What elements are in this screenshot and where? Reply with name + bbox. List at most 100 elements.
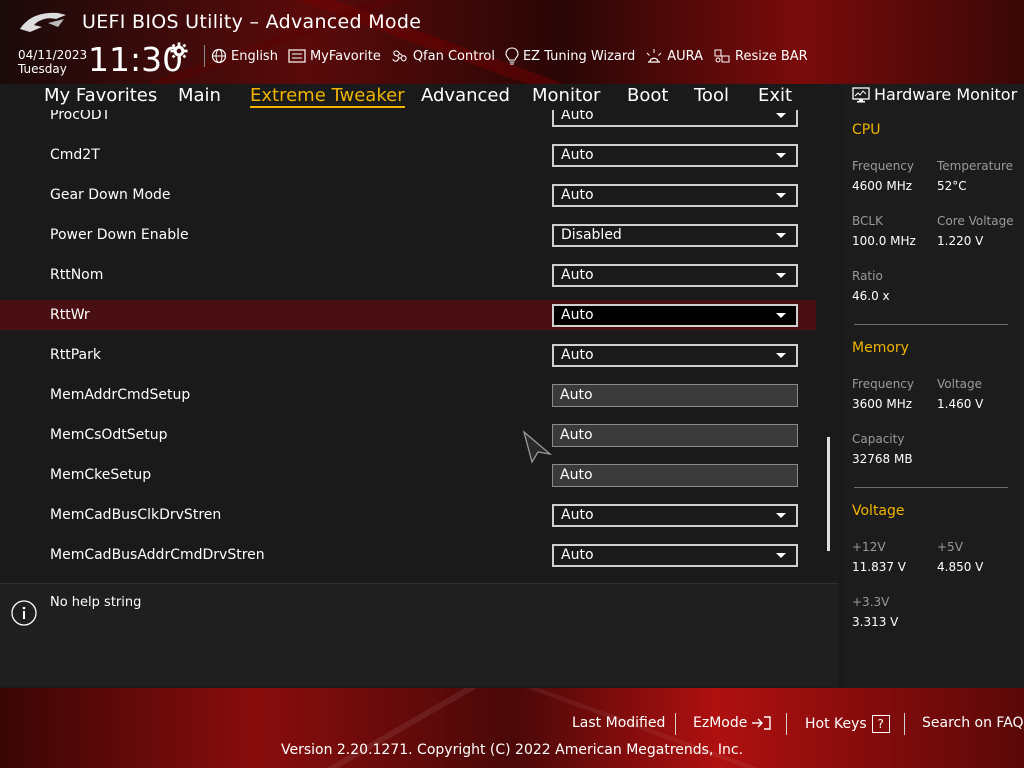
setting-row[interactable]: RttPark Auto	[0, 340, 816, 370]
ezmode-button[interactable]: EzMode	[693, 715, 772, 731]
myfavorite-button[interactable]: MyFavorite	[288, 49, 381, 64]
setting-value: Disabled	[561, 227, 622, 243]
date-display: 04/11/2023 Tuesday	[18, 48, 87, 76]
setting-row[interactable]: MemCadBusClkDrvStren Auto	[0, 500, 816, 530]
setting-row[interactable]: Cmd2T Auto	[0, 140, 816, 170]
setting-dropdown[interactable]: Auto	[552, 184, 798, 207]
setting-row[interactable]: MemCadBusAddrCmdDrvStren Auto	[0, 540, 816, 570]
app-title: UEFI BIOS Utility – Advanced Mode	[82, 11, 422, 33]
hot-keys-help-icon: ?	[871, 715, 890, 733]
tab-monitor[interactable]: Monitor	[532, 85, 600, 106]
hot-keys-button[interactable]: Hot Keys ?	[805, 715, 890, 733]
setting-value: Auto	[561, 267, 594, 283]
help-text: No help string	[50, 595, 142, 610]
bclk-value: 100.0 MHz	[852, 234, 916, 248]
setting-value: Auto	[561, 110, 594, 123]
qfan-control-button[interactable]: Qfan Control	[391, 47, 495, 65]
setting-dropdown[interactable]: Auto	[552, 504, 798, 527]
setting-dropdown[interactable]: Auto	[552, 264, 798, 287]
cpu-frequency-value: 4600 MHz	[852, 179, 913, 193]
search-faq-button[interactable]: Search on FAQ	[922, 715, 1024, 731]
setting-row-selected[interactable]: RttWr Auto	[0, 300, 816, 330]
tab-tool[interactable]: Tool	[694, 85, 729, 106]
setting-label: ProcODT	[50, 110, 111, 123]
memory-voltage-value: 1.460 V	[937, 397, 984, 411]
setting-label: MemCsOdtSetup	[50, 427, 168, 443]
language-button[interactable]: English	[211, 48, 278, 64]
resize-bar-label: Resize BAR	[735, 48, 808, 64]
favorite-list-icon	[288, 49, 306, 63]
tab-my-favorites[interactable]: My Favorites	[44, 85, 157, 106]
date-text: 04/11/2023	[18, 48, 88, 62]
footer-divider	[675, 713, 676, 735]
setting-label: RttNom	[50, 267, 104, 283]
footer-links: Last Modified EzMode Hot Keys ? Search o…	[0, 713, 1024, 735]
setting-row[interactable]: ProcODT Auto	[0, 110, 816, 130]
aura-button[interactable]: AURA	[645, 48, 703, 64]
setting-label: RttPark	[50, 347, 101, 363]
setting-label: Gear Down Mode	[50, 187, 171, 203]
cpu-temperature-label: Temperature	[937, 159, 1014, 173]
main-nav: My Favorites Main Extreme Tweaker Advanc…	[0, 84, 838, 110]
dropdown-caret-icon	[776, 513, 786, 518]
dropdown-caret-icon	[776, 233, 786, 238]
tab-boot[interactable]: Boot	[627, 85, 668, 106]
hot-keys-label: Hot Keys	[805, 716, 867, 732]
ratio-label: Ratio	[852, 269, 883, 283]
core-voltage-label: Core Voltage	[937, 214, 1014, 228]
setting-text-field[interactable]: Auto	[552, 464, 798, 487]
section-divider	[854, 487, 1008, 488]
dropdown-caret-icon	[776, 153, 786, 158]
scrollbar-thumb[interactable]	[827, 437, 830, 551]
memory-frequency-label: Frequency	[852, 377, 914, 391]
setting-value: Auto	[560, 467, 593, 483]
ez-tuning-label: EZ Tuning Wizard	[522, 48, 636, 64]
tab-main[interactable]: Main	[178, 85, 221, 106]
setting-row[interactable]: MemCkeSetup Auto	[0, 460, 816, 490]
tab-advanced[interactable]: Advanced	[421, 85, 510, 106]
cpu-section-title: CPU	[852, 122, 881, 138]
mouse-cursor-icon	[522, 430, 552, 464]
setting-row[interactable]: Gear Down Mode Auto	[0, 180, 816, 210]
setting-value: Auto	[561, 347, 594, 363]
tab-extreme-tweaker[interactable]: Extreme Tweaker	[250, 85, 405, 108]
setting-label: MemCkeSetup	[50, 467, 152, 483]
resize-bar-button[interactable]: Resize BAR	[713, 47, 808, 65]
setting-row[interactable]: Power Down Enable Disabled	[0, 220, 816, 250]
setting-text-field[interactable]: Auto	[552, 424, 798, 447]
ez-tuning-wizard-button[interactable]: EZ Tuning Wizard	[505, 47, 635, 65]
setting-dropdown[interactable]: Auto	[552, 344, 798, 367]
setting-row[interactable]: MemAddrCmdSetup Auto	[0, 380, 816, 410]
setting-dropdown[interactable]: Disabled	[552, 224, 798, 247]
setting-row[interactable]: RttNom Auto	[0, 260, 816, 290]
setting-value: Auto	[561, 507, 594, 523]
dropdown-caret-icon	[776, 353, 786, 358]
gear-icon[interactable]	[170, 42, 188, 60]
clock-time: 11:30	[88, 40, 184, 79]
last-modified-button[interactable]: Last Modified	[572, 715, 665, 731]
setting-label: MemCadBusClkDrvStren	[50, 507, 222, 523]
fan-icon	[392, 50, 407, 62]
aura-icon	[646, 49, 662, 63]
memory-voltage-label: Voltage	[937, 377, 983, 391]
setting-value: Auto	[561, 307, 594, 323]
setting-dropdown[interactable]: Auto	[552, 304, 798, 327]
setting-dropdown[interactable]: Auto	[552, 110, 798, 127]
v5-value: 4.850 V	[937, 560, 984, 574]
tab-exit[interactable]: Exit	[758, 85, 792, 106]
ezmode-label: EzMode	[693, 715, 748, 731]
setting-dropdown[interactable]: Auto	[552, 544, 798, 567]
footer-divider	[904, 713, 905, 735]
setting-value: Auto	[560, 387, 593, 403]
setting-text-field[interactable]: Auto	[552, 384, 798, 407]
v33-value: 3.313 V	[852, 615, 899, 629]
setting-dropdown[interactable]: Auto	[552, 144, 798, 167]
bclk-label: BCLK	[852, 214, 883, 228]
globe-icon	[211, 48, 227, 64]
setting-row[interactable]: MemCsOdtSetup Auto	[0, 420, 816, 450]
dropdown-caret-icon	[776, 113, 786, 118]
ratio-value: 46.0 x	[852, 289, 890, 303]
voltage-section-title: Voltage	[852, 503, 905, 519]
v5-label: +5V	[937, 540, 963, 554]
setting-value: Auto	[561, 547, 594, 563]
